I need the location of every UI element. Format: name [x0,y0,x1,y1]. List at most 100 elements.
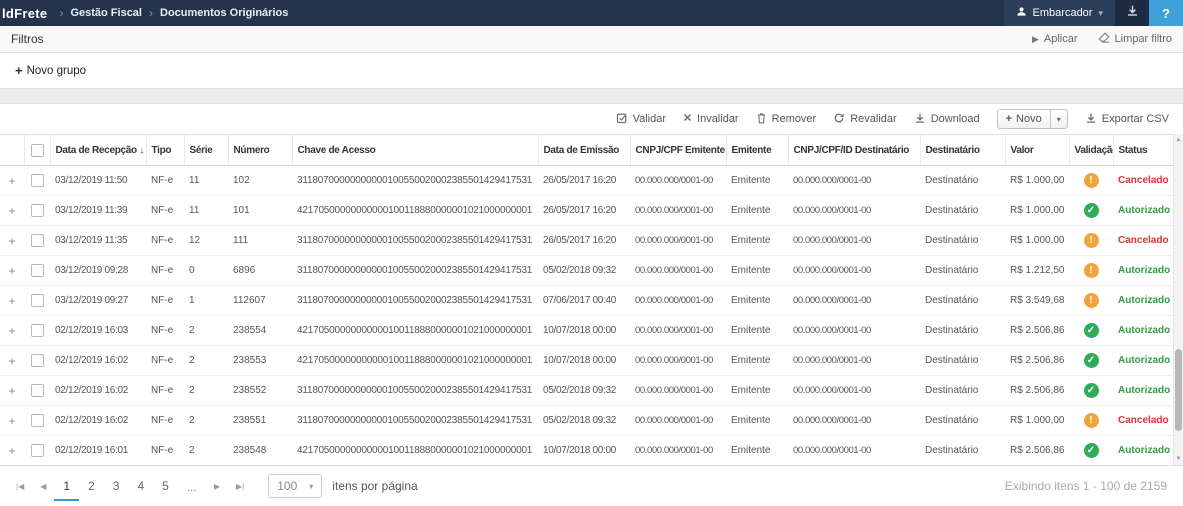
new-document-split-button[interactable]: + Novo ▾ [997,109,1068,129]
row-expand-button[interactable]: + [0,286,24,316]
clear-filter-button[interactable]: Limpar filtro [1098,32,1172,46]
row-expand-button[interactable]: + [0,166,24,196]
scrollbar-thumb[interactable] [1175,349,1182,431]
column-header-destinat-rio[interactable]: Destinatário [920,135,1005,166]
cell-tipo: NF-e [146,436,184,466]
cell-numero: 112607 [228,286,292,316]
cell-recepcao: 02/12/2019 16:02 [50,376,146,406]
row-checkbox[interactable] [31,324,44,337]
download-button[interactable]: Download [914,112,980,127]
remove-button[interactable]: Remover [756,112,817,127]
column-header-chave-de-acesso[interactable]: Chave de Acesso [292,135,538,166]
column-header-s-rie[interactable]: Série [184,135,228,166]
page-button-2[interactable]: 2 [79,471,104,501]
cell-valor: R$ 2.506,86 [1005,346,1069,376]
cell-status: Autorizado [1113,346,1173,376]
row-expand-button[interactable]: + [0,376,24,406]
pagination-ellipsis[interactable]: ... [178,472,206,500]
next-page-button[interactable]: ▶ [206,482,228,491]
column-header-valor[interactable]: Valor [1005,135,1069,166]
page-button-4[interactable]: 4 [128,471,153,501]
row-checkbox[interactable] [31,234,44,247]
cell-emitente: Emitente [726,286,788,316]
cell-status: Autorizado [1113,316,1173,346]
row-expand-button[interactable]: + [0,406,24,436]
page-size-value: 100 [277,479,297,493]
row-checkbox[interactable] [31,294,44,307]
cell-cnpj_destinatario: 00.000.000/0001-00 [788,406,920,436]
column-header-cnpj-cpf-id-destinat-rio[interactable]: CNPJ/CPF/ID Destinatário [788,135,920,166]
breadcrumb-documentos-originarios[interactable]: Documentos Originários [160,7,288,19]
row-expand-button[interactable]: + [0,346,24,376]
new-document-button[interactable]: + Novo [998,110,1050,128]
row-checkbox[interactable] [31,174,44,187]
export-csv-button[interactable]: Exportar CSV [1085,112,1169,127]
page-button-3[interactable]: 3 [104,471,129,501]
app-logo: ldFrete [0,0,59,26]
cell-emitente: Emitente [726,256,788,286]
vertical-scrollbar[interactable]: ▲ ▼ [1173,134,1183,465]
revalidate-button[interactable]: Revalidar [833,112,896,127]
plus-icon: + [1006,113,1012,125]
row-checkbox-cell [24,316,50,346]
validate-label: Validar [633,113,666,125]
row-expand-button[interactable]: + [0,436,24,466]
row-checkbox[interactable] [31,354,44,367]
new-document-dropdown[interactable]: ▾ [1050,110,1067,128]
page-button-5[interactable]: 5 [153,471,178,501]
cell-chave: 4217050000000000010011888000000102100000… [292,196,538,226]
column-header-valida-o[interactable]: Validação [1069,135,1113,166]
download-top-button[interactable] [1115,0,1149,26]
apply-filter-button[interactable]: ▶ Aplicar [1032,33,1078,45]
last-page-button[interactable]: ▶| [228,482,252,491]
cell-emissao: 05/02/2018 09:32 [538,256,630,286]
scroll-down-arrow-icon[interactable]: ▼ [1174,454,1183,464]
row-expand-button[interactable]: + [0,226,24,256]
invalidate-button[interactable]: Invalidar [683,113,739,125]
cell-cnpj_destinatario: 00.000.000/0001-00 [788,376,920,406]
user-menu-button[interactable]: Embarcador ▾ [1004,0,1115,26]
cell-status: Autorizado [1113,256,1173,286]
cell-emitente: Emitente [726,406,788,436]
column-header-status[interactable]: Status [1113,135,1173,166]
scroll-up-arrow-icon[interactable]: ▲ [1174,135,1183,145]
new-group-button[interactable]: + Novo grupo [15,63,86,78]
question-mark-icon: ? [1162,6,1170,21]
cell-cnpj_emitente: 00.000.000/0001-00 [630,436,726,466]
row-checkbox[interactable] [31,204,44,217]
export-csv-label: Exportar CSV [1102,113,1169,125]
row-checkbox[interactable] [31,444,44,457]
cell-emitente: Emitente [726,346,788,376]
column-header-data-de-emiss-o[interactable]: Data de Emissão [538,135,630,166]
help-button[interactable]: ? [1149,0,1183,26]
column-header-emitente[interactable]: Emitente [726,135,788,166]
user-menu-label: Embarcador [1033,7,1093,19]
row-expand-button[interactable]: + [0,196,24,226]
previous-page-button[interactable]: ◀ [32,482,54,491]
first-page-button[interactable]: |◀ [8,482,32,491]
row-checkbox[interactable] [31,264,44,277]
page-button-1[interactable]: 1 [54,471,79,501]
row-checkbox[interactable] [31,414,44,427]
breadcrumb-gestao-fiscal[interactable]: Gestão Fiscal [70,7,142,19]
row-expand-button[interactable]: + [0,256,24,286]
row-checkbox[interactable] [31,384,44,397]
cell-destinatario: Destinatário [920,196,1005,226]
page-size-select[interactable]: 100 ▾ [268,474,322,498]
row-expand-button[interactable]: + [0,316,24,346]
cell-emissao: 26/05/2017 16:20 [538,196,630,226]
row-checkbox-cell [24,436,50,466]
cell-destinatario: Destinatário [920,286,1005,316]
cell-chave: 3118070000000000010055002000238550142941… [292,166,538,196]
cell-valor: R$ 2.506,86 [1005,436,1069,466]
select-all-checkbox[interactable] [31,144,44,157]
column-header-data-de-recep-o[interactable]: Data de Recepção ↓ [50,135,146,166]
cell-serie: 11 [184,166,228,196]
column-header-tipo[interactable]: Tipo [146,135,184,166]
cell-numero: 238554 [228,316,292,346]
cell-validacao: ✓ [1069,346,1113,376]
cell-validacao: ✓ [1069,376,1113,406]
validate-button[interactable]: Validar [616,112,666,127]
column-header-cnpj-cpf-emitente[interactable]: CNPJ/CPF Emitente [630,135,726,166]
column-header-n-mero[interactable]: Número [228,135,292,166]
